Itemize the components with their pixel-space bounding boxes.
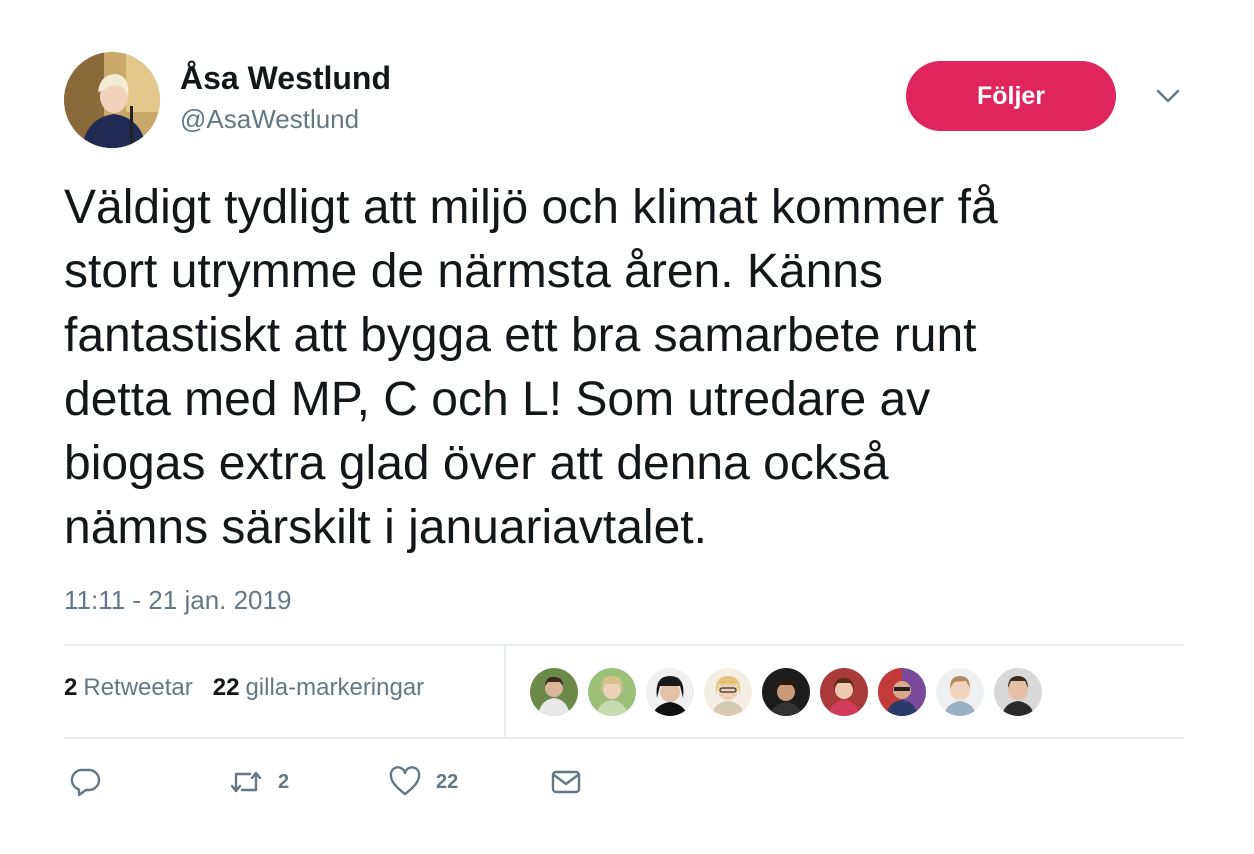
liker-avatar[interactable] (530, 668, 578, 716)
retweet-action-count: 2 (278, 770, 290, 793)
author-avatar[interactable] (64, 52, 160, 148)
like-count-link[interactable]: 22 gilla-markeringar (213, 674, 424, 702)
chevron-down-icon[interactable] (1154, 86, 1182, 106)
retweet-label: Retweetar (83, 674, 193, 701)
retweet-count: 2 (64, 674, 78, 701)
divider (504, 646, 506, 737)
reply-button[interactable] (70, 766, 102, 798)
likers-avatars (530, 668, 1042, 716)
author-display-name[interactable]: Åsa Westlund (180, 60, 391, 97)
divider (64, 737, 1184, 739)
retweet-button[interactable]: 2 (228, 766, 289, 798)
liker-avatar[interactable] (704, 668, 752, 716)
liker-avatar[interactable] (994, 668, 1042, 716)
like-count: 22 (212, 674, 240, 701)
reply-icon (70, 766, 102, 798)
liker-avatar[interactable] (762, 668, 810, 716)
liker-avatar[interactable] (646, 668, 694, 716)
envelope-icon (550, 766, 582, 798)
divider (64, 644, 1184, 646)
like-action-count: 22 (436, 770, 459, 793)
liker-avatar[interactable] (936, 668, 984, 716)
tweet-action-bar: 2 22 (70, 766, 690, 802)
heart-icon (388, 766, 422, 798)
liker-avatar[interactable] (820, 668, 868, 716)
direct-message-button[interactable] (550, 766, 582, 798)
liker-avatar[interactable] (588, 668, 636, 716)
tweet-timestamp[interactable]: 11:11 - 21 jan. 2019 (64, 585, 291, 616)
liker-avatar[interactable] (878, 668, 926, 716)
tweet-stats: 2 Retweetar 22 gilla-markeringar (64, 674, 424, 702)
tweet-text: Väldigt tydligt att miljö och klimat kom… (64, 181, 998, 554)
author-handle[interactable]: @AsaWestlund (180, 104, 359, 135)
like-label: gilla-markeringar (245, 674, 425, 701)
like-button[interactable]: 22 (388, 766, 458, 798)
retweet-count-link[interactable]: 2 Retweetar (64, 674, 193, 702)
following-button[interactable]: Följer (906, 61, 1116, 131)
retweet-icon (228, 766, 264, 798)
